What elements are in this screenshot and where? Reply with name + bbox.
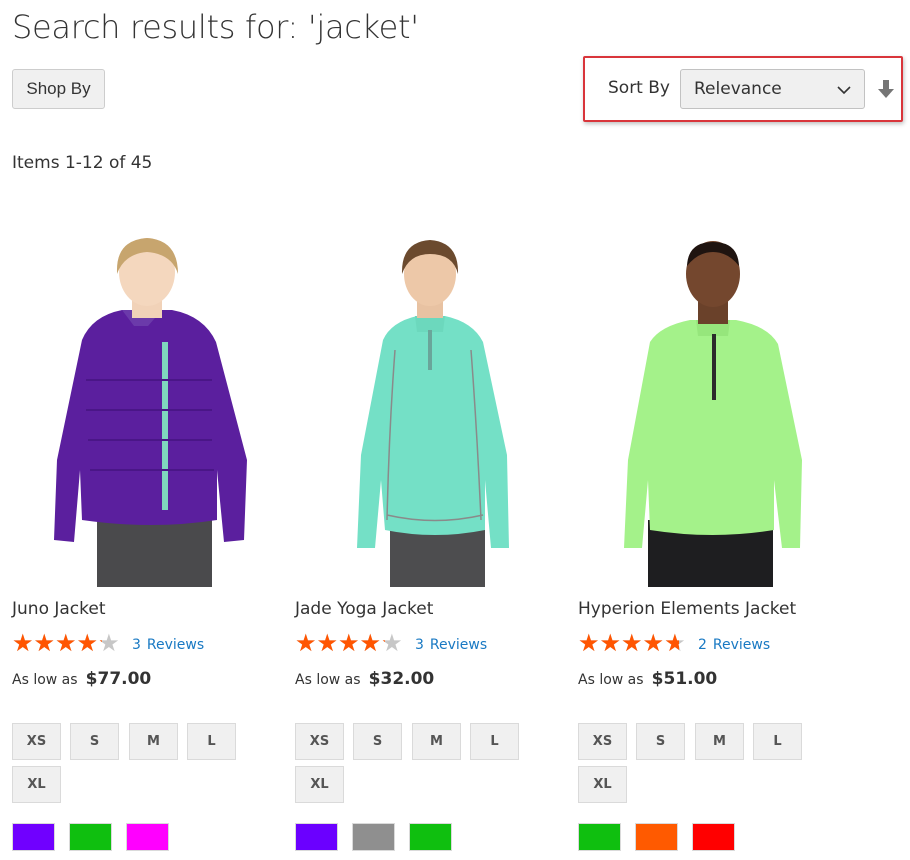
page-title: Search results for: 'jacket' bbox=[12, 8, 419, 46]
rating-stars: ★★★★★ ★★★★★ bbox=[578, 631, 690, 656]
size-option[interactable]: M bbox=[129, 723, 178, 760]
sort-by-selected-value: Relevance bbox=[694, 79, 782, 99]
review-count: 3 bbox=[415, 637, 424, 653]
review-word: Reviews bbox=[146, 637, 205, 653]
size-option[interactable]: XS bbox=[295, 723, 344, 760]
price-box: As low as $51.00 bbox=[578, 669, 717, 689]
product-rating: ★★★★★ ★★★★★ 2 Reviews bbox=[578, 631, 770, 657]
color-swatch[interactable] bbox=[692, 823, 735, 851]
product-rating: ★★★★★ ★★★★★ 3 Reviews bbox=[12, 631, 204, 657]
star-filled-icon: ★★★★★ bbox=[578, 631, 679, 655]
toolbar-amount: Items 1-12 of 45 bbox=[12, 153, 153, 173]
review-word: Reviews bbox=[712, 637, 771, 653]
size-option[interactable]: S bbox=[636, 723, 685, 760]
size-option[interactable]: S bbox=[353, 723, 402, 760]
price-value: $51.00 bbox=[651, 669, 718, 689]
star-filled-icon: ★★★★★ bbox=[295, 631, 385, 655]
chevron-down-icon bbox=[837, 86, 851, 95]
size-option[interactable]: XL bbox=[295, 766, 344, 803]
size-option[interactable]: XL bbox=[578, 766, 627, 803]
review-count: 3 bbox=[132, 637, 141, 653]
shop-by-button[interactable]: Shop By bbox=[12, 69, 105, 109]
price-label: As low as bbox=[295, 672, 361, 688]
rating-stars: ★★★★★ ★★★★★ bbox=[295, 631, 407, 656]
sort-by-label: Sort By bbox=[608, 78, 670, 98]
color-swatch[interactable] bbox=[635, 823, 678, 851]
color-swatch[interactable] bbox=[578, 823, 621, 851]
size-option[interactable]: XS bbox=[578, 723, 627, 760]
review-count: 2 bbox=[698, 637, 707, 653]
rating-stars: ★★★★★ ★★★★★ bbox=[12, 631, 124, 656]
arrow-down-icon[interactable] bbox=[877, 79, 895, 99]
size-option[interactable]: L bbox=[187, 723, 236, 760]
price-label: As low as bbox=[12, 672, 78, 688]
price-box: As low as $77.00 bbox=[12, 669, 151, 689]
color-swatch[interactable] bbox=[12, 823, 55, 851]
size-option[interactable]: XS bbox=[12, 723, 61, 760]
size-option[interactable]: M bbox=[695, 723, 744, 760]
color-swatch[interactable] bbox=[352, 823, 395, 851]
product-rating: ★★★★★ ★★★★★ 3 Reviews bbox=[295, 631, 487, 657]
color-swatch[interactable] bbox=[126, 823, 169, 851]
color-swatch[interactable] bbox=[69, 823, 112, 851]
price-value: $32.00 bbox=[368, 669, 435, 689]
product-photo[interactable] bbox=[12, 230, 282, 587]
product-name-link[interactable]: Jade Yoga Jacket bbox=[295, 599, 433, 619]
product-photo[interactable] bbox=[295, 230, 565, 587]
price-box: As low as $32.00 bbox=[295, 669, 434, 689]
sort-by-select[interactable]: Relevance bbox=[680, 69, 865, 109]
reviews-link[interactable]: 3 Reviews bbox=[415, 637, 487, 653]
product-name-link[interactable]: Juno Jacket bbox=[12, 599, 106, 619]
star-filled-icon: ★★★★★ bbox=[12, 631, 102, 655]
size-option[interactable]: M bbox=[412, 723, 461, 760]
price-label: As low as bbox=[578, 672, 644, 688]
product-name-link[interactable]: Hyperion Elements Jacket bbox=[578, 599, 796, 619]
reviews-link[interactable]: 3 Reviews bbox=[132, 637, 204, 653]
color-swatch[interactable] bbox=[409, 823, 452, 851]
size-option[interactable]: L bbox=[753, 723, 802, 760]
reviews-link[interactable]: 2 Reviews bbox=[698, 637, 770, 653]
size-option[interactable]: S bbox=[70, 723, 119, 760]
size-option[interactable]: L bbox=[470, 723, 519, 760]
color-swatch[interactable] bbox=[295, 823, 338, 851]
price-value: $77.00 bbox=[85, 669, 152, 689]
review-word: Reviews bbox=[429, 637, 488, 653]
size-option[interactable]: XL bbox=[12, 766, 61, 803]
product-photo[interactable] bbox=[578, 230, 848, 587]
